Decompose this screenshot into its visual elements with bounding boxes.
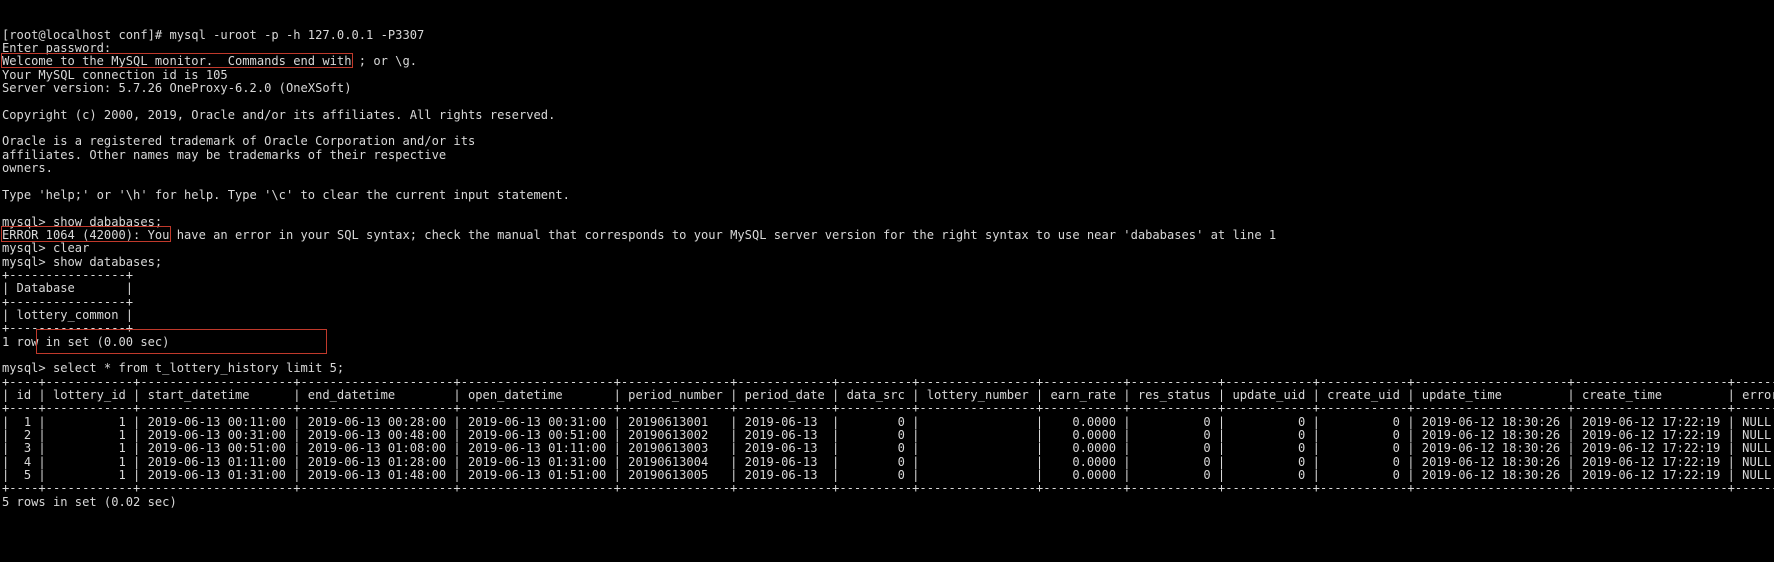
terminal-output: [root@localhost conf]# mysql -uroot -p -…: [2, 27, 1774, 509]
terminal-line: mysql> show databases;: [2, 254, 163, 269]
terminal-line: +----------------+: [2, 294, 134, 309]
terminal-line: | 5 | 1 | 2019-06-13 01:31:00 | 2019-06-…: [2, 468, 1774, 483]
terminal-line: Enter password:: [2, 41, 112, 56]
terminal-line: +----+------------+---------------------…: [2, 401, 1774, 416]
terminal-line: mysql> clear: [2, 241, 90, 256]
terminal-line: | 4 | 1 | 2019-06-13 01:11:00 | 2019-06-…: [2, 454, 1774, 469]
terminal-line: +----+------------+---------------------…: [2, 481, 1774, 496]
terminal-line: [root@localhost conf]# mysql -uroot -p -…: [2, 27, 425, 42]
terminal-line: ERROR 1064 (42000): You have an error in…: [2, 227, 1277, 242]
terminal-line: | lottery_common |: [2, 307, 134, 322]
terminal-line: Type 'help;' or '\h' for help. Type '\c'…: [2, 187, 570, 202]
terminal-line: Welcome to the MySQL monitor. Commands e…: [2, 54, 418, 69]
terminal-line: Server version: 5.7.26 OneProxy-6.2.0 (O…: [2, 81, 352, 96]
terminal-line: | 1 | 1 | 2019-06-13 00:11:00 | 2019-06-…: [2, 414, 1774, 429]
terminal-line: mysql> show dababases;: [2, 214, 163, 229]
terminal-line: mysql> select * from t_lottery_history l…: [2, 361, 345, 376]
terminal-line: owners.: [2, 161, 53, 176]
terminal-line: +----+------------+---------------------…: [2, 374, 1774, 389]
terminal-line: Your MySQL connection id is 105: [2, 67, 228, 82]
terminal-line: affiliates. Other names may be trademark…: [2, 147, 447, 162]
terminal-line: | Database |: [2, 281, 134, 296]
terminal-line: +----------------+: [2, 267, 134, 282]
terminal-line: 5 rows in set (0.02 sec): [2, 494, 177, 509]
terminal-line: Oracle is a registered trademark of Orac…: [2, 134, 476, 149]
terminal-line: | 3 | 1 | 2019-06-13 00:51:00 | 2019-06-…: [2, 441, 1774, 456]
terminal-line: Copyright (c) 2000, 2019, Oracle and/or …: [2, 107, 556, 122]
terminal-line: +----------------+: [2, 321, 134, 336]
terminal-screen[interactable]: [root@localhost conf]# mysql -uroot -p -…: [0, 0, 1774, 539]
terminal-line: | 2 | 1 | 2019-06-13 00:31:00 | 2019-06-…: [2, 428, 1774, 442]
terminal-line: | id | lottery_id | start_datetime | end…: [2, 387, 1774, 402]
terminal-line: 1 row in set (0.00 sec): [2, 334, 170, 349]
